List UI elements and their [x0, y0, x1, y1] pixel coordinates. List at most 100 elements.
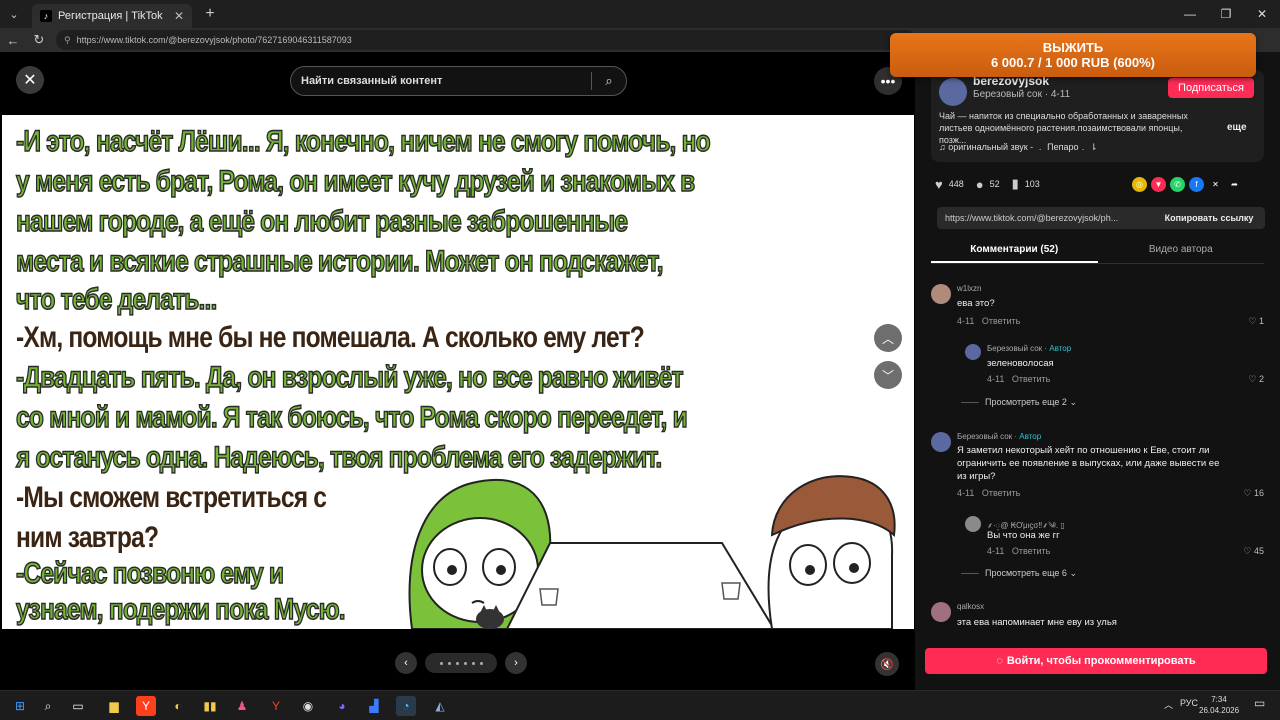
comment-author[interactable]: w1lxzn [957, 284, 981, 293]
comment-like[interactable]: ♡ 16 [1243, 488, 1264, 499]
details-panel: berezovyjsok Березовый сок · 4-11 Подпис… [915, 52, 1280, 690]
avatar[interactable] [931, 602, 951, 622]
refresh-icon[interactable]: ↻ [26, 32, 52, 48]
comment-button[interactable]: ● 52 [976, 177, 1000, 192]
comic-line: со мной и мамой. Я так боюсь, что Рома с… [15, 400, 688, 435]
share-buttons: ◎ ▼ ✆ f ✕ ➦ [1132, 177, 1242, 192]
repost-icon[interactable]: ▼ [1151, 177, 1166, 192]
windows-start-icon[interactable]: ⊞ [10, 696, 30, 716]
comment-like[interactable]: ♡ 1 [1248, 316, 1264, 327]
comment-count: 52 [989, 179, 1000, 189]
next-slide-icon[interactable]: › [505, 652, 527, 674]
maximize-icon[interactable]: ❐ [1208, 0, 1244, 28]
tab-close-icon[interactable]: ✕ [174, 9, 184, 23]
url-field[interactable]: ⚲ https://www.tiktok.com/@berezovyjsok/p… [56, 30, 916, 50]
tab-comments[interactable]: Комментарии (52) [931, 240, 1098, 263]
comic-line: места и всякие страшные истории. Может о… [15, 244, 664, 279]
share-arrow-icon[interactable]: ➦ [1227, 177, 1242, 192]
keyboard-language[interactable]: РУС [1180, 698, 1198, 708]
app-icon[interactable]: ▮▮ [200, 696, 220, 716]
browser-tabbar: ⌄ ♪ Регистрация | TikTok ✕ + — ❐ ✕ [0, 0, 1280, 28]
x-icon[interactable]: ✕ [1208, 177, 1223, 192]
comic-line: у меня есть брат, Рома, он имеет кучу др… [15, 164, 696, 199]
comment-author[interactable]: Березовый сок · Автор [957, 432, 1041, 441]
system-clock[interactable]: 7:34 26.04.2026 [1199, 694, 1239, 716]
share-link-text[interactable]: https://www.tiktok.com/@berezovyjsok/ph.… [937, 213, 1153, 223]
comment-author[interactable]: qalkosx [957, 602, 984, 611]
save-button[interactable]: ▮ 103 [1012, 176, 1040, 192]
minimize-icon[interactable]: — [1172, 0, 1208, 28]
comment-text: зеленоволосая [987, 358, 1054, 369]
like-button[interactable]: ♥ 448 [935, 177, 964, 192]
comment-text: Вы что она же гг [987, 530, 1060, 541]
comment-bubble-icon: ◌ [996, 655, 1003, 667]
login-to-comment-button[interactable]: ◌ Войти, чтобы прокомментировать [925, 648, 1267, 674]
next-video-button[interactable]: ﹀ [874, 361, 902, 389]
back-icon[interactable]: ← [0, 33, 26, 48]
yandex-browser-icon[interactable]: Y [136, 696, 156, 716]
comment-like[interactable]: ♡ 2 [1248, 374, 1264, 385]
facebook-icon[interactable]: f [1189, 177, 1204, 192]
comic-line: что тебе делать... [15, 282, 218, 317]
comment-text: Я заметил некоторый хейт по отношению к … [957, 445, 1220, 482]
related-search-input[interactable]: Найти связанный контент ⌕ [290, 66, 627, 96]
browser-tab[interactable]: ♪ Регистрация | TikTok ✕ [32, 4, 192, 28]
app-icon[interactable]: ◭ [430, 696, 450, 716]
avatar[interactable] [931, 284, 951, 304]
site-info-icon[interactable]: ⚲ [64, 35, 71, 46]
notifications-icon[interactable]: ▭ [1254, 696, 1265, 710]
list-item: qalkosx эта ева напоминает мне еву из ул… [931, 600, 1264, 636]
view-more-replies[interactable]: Просмотреть еще 2 ⌄ [961, 397, 1077, 408]
comment-meta: 4-11 Ответить [987, 546, 1051, 556]
media-viewer: ✕ Найти связанный контент ⌕ ••• -И это, … [0, 52, 915, 690]
reply-link[interactable]: Ответить [1012, 374, 1050, 384]
reply-link[interactable]: Ответить [1012, 546, 1050, 556]
previous-video-button[interactable]: ︿ [874, 324, 902, 352]
app-icon[interactable]: ◐ [168, 696, 188, 716]
engagement-stats: ♥ 448 ● 52 ▮ 103 [935, 176, 1040, 192]
save-count: 103 [1024, 179, 1040, 189]
tray-chevron-icon[interactable]: ︿ [1164, 698, 1173, 711]
sound-link[interactable]: ♫ оригинальный звук - ﹒ Пепаро﹒ ⇂ [939, 140, 1098, 153]
comment-like[interactable]: ♡ 45 [1243, 546, 1264, 557]
close-viewer-button[interactable]: ✕ [16, 66, 44, 94]
slide-dots [425, 653, 497, 673]
coin-icon[interactable]: ◎ [1132, 177, 1147, 192]
subscribe-button[interactable]: Подписаться [1168, 78, 1254, 98]
list-item: ⸙·◌̥@ ₭Ơμιϛσ‼︎⸙༄. ▯ Вы что она же гг 4-1… [965, 514, 1264, 558]
avatar[interactable] [931, 432, 951, 452]
avatar[interactable] [965, 516, 981, 532]
discord-icon[interactable]: ◕ [332, 696, 352, 716]
search-icon[interactable]: ⌕ [38, 696, 58, 716]
windows-taskbar: ⊞ ⌕ ▭ ▆ Y ◐ ▮▮ ♟ Y ◉ ◕ ▟ ◔ ◭ ︿ РУС 7:34 … [0, 690, 1280, 720]
edge-browser-icon[interactable]: ◔ [396, 696, 416, 716]
reply-link[interactable]: Ответить [982, 488, 1020, 498]
new-tab-icon[interactable]: + [198, 5, 222, 23]
comment-meta: 4-11 Ответить [957, 488, 1021, 498]
bookmark-icon: ▮ [1011, 176, 1019, 191]
file-explorer-icon[interactable]: ▆ [104, 696, 124, 716]
mute-icon[interactable]: 🔇 [875, 652, 899, 676]
comment-author[interactable]: Березовый сок · Автор [987, 344, 1071, 353]
steam-icon[interactable]: ◉ [298, 696, 318, 716]
view-more-replies[interactable]: Просмотреть еще 6 ⌄ [961, 568, 1077, 579]
avatar[interactable] [939, 78, 967, 106]
reply-link[interactable]: Ответить [982, 316, 1020, 326]
window-close-icon[interactable]: ✕ [1244, 0, 1280, 28]
tab-menu-icon[interactable]: ⌄ [0, 0, 28, 28]
heart-icon: ♥ [935, 176, 943, 192]
search-icon[interactable]: ⌕ [592, 73, 626, 89]
avatar[interactable] [965, 344, 981, 360]
chart-app-icon[interactable]: ▟ [364, 696, 384, 716]
comment-meta: 4-11 Ответить [957, 316, 1021, 326]
prev-slide-icon[interactable]: ‹ [395, 652, 417, 674]
tiktok-favicon-icon: ♪ [40, 10, 52, 22]
like-count: 448 [948, 179, 964, 189]
task-view-icon[interactable]: ▭ [68, 696, 88, 716]
copy-link-button[interactable]: Копировать ссылку [1153, 213, 1265, 223]
yandex-icon[interactable]: Y [266, 696, 286, 716]
app-icon[interactable]: ♟ [232, 696, 252, 716]
expand-description-link[interactable]: еще [1227, 122, 1247, 133]
whatsapp-icon[interactable]: ✆ [1170, 177, 1185, 192]
tab-author-videos[interactable]: Видео автора [1098, 240, 1265, 263]
